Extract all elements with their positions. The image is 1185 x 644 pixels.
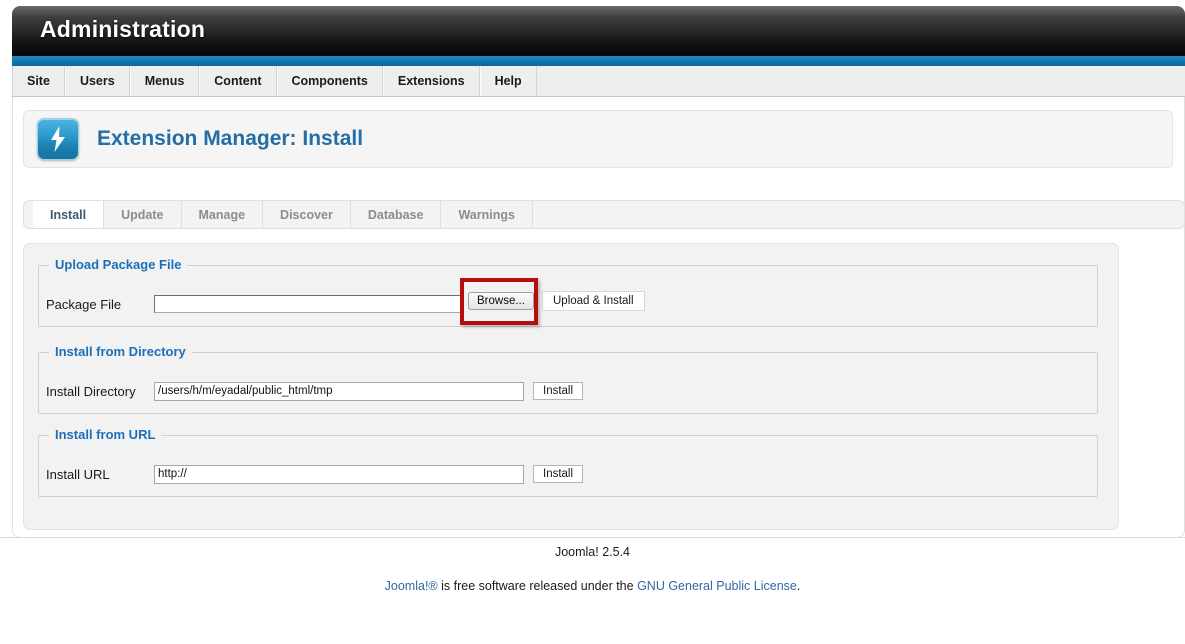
menu-item-site[interactable]: Site — [12, 66, 65, 96]
footer-divider — [0, 537, 1185, 538]
menu-item-menus[interactable]: Menus — [129, 66, 200, 96]
joomla-link[interactable]: Joomla!® — [385, 579, 438, 593]
menu-item-help[interactable]: Help — [479, 66, 537, 96]
tab-manage[interactable]: Manage — [182, 201, 264, 228]
upload-and-install-button[interactable]: Upload & Install — [542, 291, 645, 311]
install-url-button[interactable]: Install — [533, 465, 584, 483]
install-url-legend: Install from URL — [49, 427, 162, 442]
tab-label: Database — [367, 207, 424, 222]
browse-button-wrapper: Browse... — [468, 291, 534, 310]
menu-item-extensions[interactable]: Extensions — [382, 66, 480, 96]
tab-label: Update — [121, 207, 164, 222]
license-text: Joomla!® is free software released under… — [0, 579, 1185, 593]
install-forms-panel: Upload Package File Package File Install… — [23, 243, 1119, 530]
gpl-license-link[interactable]: GNU General Public License — [637, 579, 797, 593]
tab-label: Install — [50, 207, 87, 222]
upload-install-wrapper: Upload & Install — [542, 291, 645, 311]
tab-update[interactable]: Update — [104, 201, 182, 228]
lightning-bolt-icon — [37, 118, 79, 160]
header-accent-bar — [12, 56, 1185, 66]
install-url-row: Install URL Install — [39, 436, 1097, 496]
menu-item-users[interactable]: Users — [64, 66, 130, 96]
admin-header-bar: Administration — [12, 6, 1185, 56]
license-suffix-text: . — [796, 579, 801, 593]
install-url-input[interactable] — [154, 464, 524, 484]
install-directory-label: Install Directory — [46, 383, 136, 399]
install-url-fieldset: Install from URL Install URL Install — [38, 427, 1098, 497]
tab-database[interactable]: Database — [351, 201, 442, 228]
license-middle-text: is free software released under the — [437, 579, 638, 593]
menu-item-components[interactable]: Components — [276, 66, 383, 96]
menu-item-label: Components — [291, 74, 368, 88]
sub-tab-bar: Install Update Manage Discover Database … — [23, 200, 1185, 229]
install-directory-input[interactable] — [154, 381, 524, 401]
menu-item-label: Site — [27, 74, 50, 88]
package-file-label: Package File — [46, 296, 122, 312]
tab-discover[interactable]: Discover — [263, 201, 351, 228]
upload-package-legend: Upload Package File — [49, 257, 188, 272]
joomla-admin-page: Administration Site Users Menus Content … — [0, 0, 1185, 644]
page-title-block: Extension Manager: Install — [23, 110, 1173, 168]
install-directory-legend: Install from Directory — [49, 344, 192, 359]
package-file-input[interactable] — [154, 295, 464, 313]
joomla-version-text: Joomla! 2.5.4 — [554, 545, 631, 559]
install-url-label: Install URL — [46, 466, 110, 482]
lightning-bolt-glyph — [51, 126, 65, 152]
menu-item-label: Extensions — [397, 74, 465, 88]
main-menu-items: Site Users Menus Content Components Exte… — [12, 66, 1185, 96]
admin-title: Administration — [40, 16, 206, 42]
menu-item-content[interactable]: Content — [199, 66, 277, 96]
tab-label: Discover — [280, 207, 333, 222]
main-menu-bar: Site Users Menus Content Components Exte… — [12, 66, 1185, 97]
install-directory-row: Install Directory Install — [39, 353, 1097, 413]
browse-button[interactable]: Browse... — [468, 292, 534, 310]
page-title: Extension Manager: Install — [97, 127, 364, 150]
tab-label: Warnings — [458, 207, 515, 222]
menu-item-label: Content — [214, 74, 262, 88]
install-directory-fieldset: Install from Directory Install Directory… — [38, 344, 1098, 414]
tab-install[interactable]: Install — [33, 201, 105, 228]
tab-label: Manage — [198, 207, 246, 222]
menu-item-label: Menus — [144, 74, 185, 88]
menu-item-label: Help — [494, 74, 522, 88]
install-directory-button[interactable]: Install — [533, 382, 584, 400]
menu-item-label: Users — [79, 74, 115, 88]
tab-warnings[interactable]: Warnings — [441, 201, 533, 228]
